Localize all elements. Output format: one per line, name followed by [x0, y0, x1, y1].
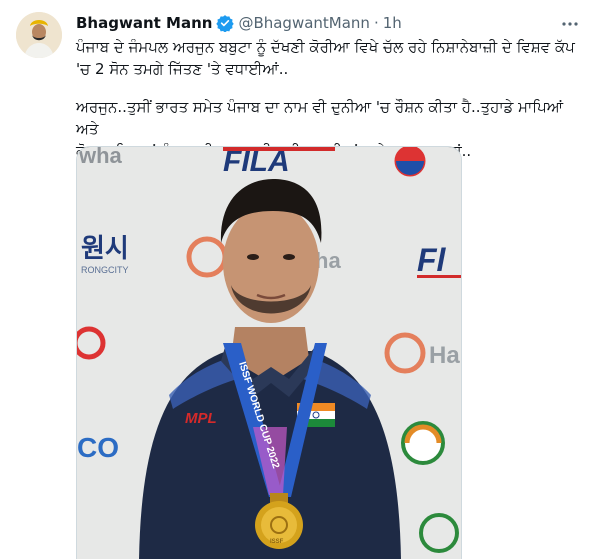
backdrop-text-co: CO [77, 432, 119, 463]
jersey-logo-text: MPL [185, 410, 217, 427]
separator-dot: · [373, 14, 379, 32]
tweet-photo[interactable]: wha FILA 원시 RONGCITY ha Fl Ha CO MPL ISS… [76, 146, 462, 559]
tweet-text-line: ਅਰਜੁਨ..ਤੁਸੀਂ ਭਾਰਤ ਸਮੇਤ ਪੰਜਾਬ ਦਾ ਨਾਮ ਵੀ ਦ… [76, 98, 564, 138]
verified-badge-icon [216, 14, 235, 32]
author-handle[interactable]: @BhagwantMann [238, 14, 370, 32]
tweet[interactable]: Bhagwant Mann @BhagwantMann · 1h ਪੰਜਾਬ ਦ… [0, 0, 596, 559]
backdrop-text-wha: wha [78, 147, 123, 168]
backdrop-text-sub: RONGCITY [81, 265, 129, 275]
tweet-text-paragraph-1: ਪੰਜਾਬ ਦੇ ਜੰਮਪਲ ਅਰਜੁਨ ਬਬੁਟਾ ਨੂੰ ਦੱਖਣੀ ਕੋਰ… [76, 36, 586, 80]
backdrop-text-fila: FILA [223, 147, 290, 178]
more-options-icon[interactable] [560, 14, 580, 34]
backdrop-text-ha-2: Ha [429, 342, 460, 369]
tweet-timestamp[interactable]: 1h [383, 14, 402, 32]
author-name[interactable]: Bhagwant Mann [76, 14, 212, 32]
backdrop-text-korean: 원시 [81, 234, 129, 264]
author-avatar[interactable] [16, 12, 62, 58]
tweet-header: Bhagwant Mann @BhagwantMann · 1h [76, 12, 584, 34]
backdrop-text-ha: ha [315, 248, 341, 273]
tweet-text-line: ਪੰਜਾਬ ਦੇ ਜੰਮਪਲ ਅਰਜੁਨ ਬਬੁਟਾ ਨੂੰ ਦੱਖਣੀ ਕੋਰ… [76, 38, 575, 56]
backdrop-text-fi: Fl [417, 242, 447, 278]
tweet-text-line: 'ਚ 2 ਸੋਨ ਤਮਗੇ ਜਿੱਤਣ 'ਤੇ ਵਧਾਈਆਂ.. [76, 60, 289, 78]
medal-text: ISSF [270, 539, 284, 545]
